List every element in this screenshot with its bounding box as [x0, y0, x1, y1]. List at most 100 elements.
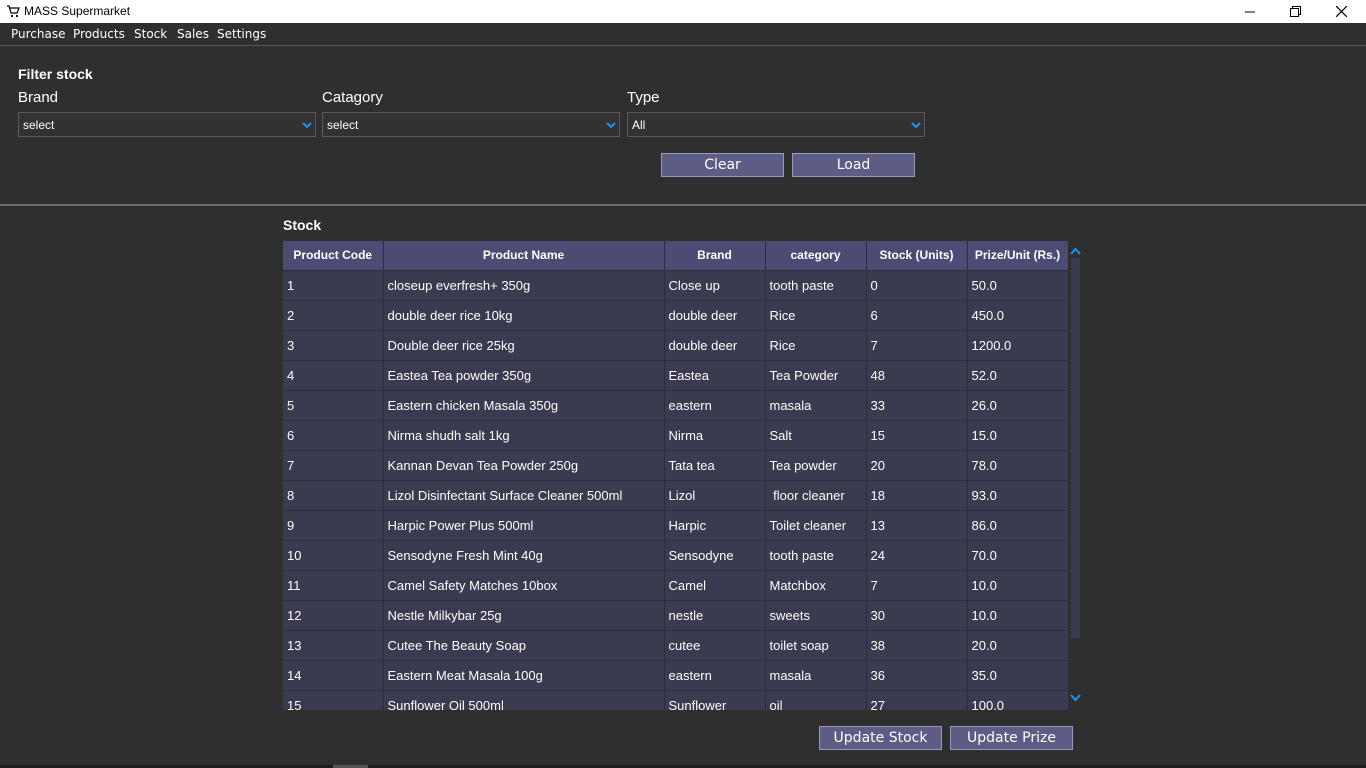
cell-product-code[interactable]: 6	[283, 419, 384, 450]
column-header-product-name[interactable]: Product Name	[383, 241, 665, 270]
restore-button[interactable]	[1272, 0, 1318, 23]
cell-prize-unit[interactable]: 450.0	[967, 299, 1068, 330]
cell-stock-units[interactable]: 27	[866, 689, 968, 710]
cell-product-name[interactable]: Harpic Power Plus 500ml	[383, 509, 665, 540]
cell-product-code[interactable]: 9	[283, 509, 384, 540]
table-row[interactable]: 15 Sunflower Oil 500ml Sunflower oil 27 100.0	[283, 689, 1068, 710]
category-select[interactable]: select	[322, 112, 620, 137]
cell-category[interactable]: tooth paste	[765, 539, 867, 570]
menu-purchase[interactable]: Purchase	[11, 27, 66, 41]
cell-category[interactable]: masala	[765, 659, 867, 690]
cell-product-name[interactable]: Eastea Tea powder 350g	[383, 359, 665, 390]
close-button[interactable]	[1318, 0, 1364, 23]
cell-category[interactable]: Matchbox	[765, 569, 867, 600]
table-row[interactable]: 9 Harpic Power Plus 500ml Harpic Toilet cle…	[283, 509, 1068, 540]
cell-stock-units[interactable]: 24	[866, 539, 968, 570]
cell-stock-units[interactable]: 7	[866, 569, 968, 600]
cell-product-name[interactable]: Sensodyne Fresh Mint 40g	[383, 539, 665, 570]
cell-brand[interactable]: double deer	[664, 329, 766, 360]
table-scrollbar[interactable]	[1068, 241, 1083, 710]
cell-category[interactable]: masala	[765, 389, 867, 420]
type-select[interactable]: All	[627, 112, 925, 137]
cell-stock-units[interactable]: 30	[866, 599, 968, 630]
cell-product-code[interactable]: 11	[283, 569, 384, 600]
cell-product-name[interactable]: Kannan Devan Tea Powder 250g	[383, 449, 665, 480]
cell-brand[interactable]: Eastea	[664, 359, 766, 390]
cell-category[interactable]: Toilet cleaner	[765, 509, 867, 540]
table-row[interactable]: 6 Nirma shudh salt 1kg Nirma Salt 15 15.0	[283, 419, 1068, 450]
column-header-stock-units[interactable]: Stock (Units)	[866, 241, 968, 270]
cell-category[interactable]: Rice	[765, 299, 867, 330]
table-row[interactable]: 7 Kannan Devan Tea Powder 250g Tata tea Tea…	[283, 449, 1068, 480]
table-row[interactable]: 4 Eastea Tea powder 350g Eastea Tea Powder 4…	[283, 359, 1068, 390]
menu-products[interactable]: Products	[73, 27, 125, 41]
table-row[interactable]: 3 Double deer rice 25kg double deer Rice 7 12…	[283, 329, 1068, 360]
cell-brand[interactable]: eastern	[664, 659, 766, 690]
cell-stock-units[interactable]: 20	[866, 449, 968, 480]
cell-stock-units[interactable]: 38	[866, 629, 968, 660]
cell-prize-unit[interactable]: 78.0	[967, 449, 1068, 480]
cell-product-code[interactable]: 14	[283, 659, 384, 690]
column-header-category[interactable]: category	[765, 241, 867, 270]
cell-brand[interactable]: Close up	[664, 269, 766, 300]
menu-settings[interactable]: Settings	[217, 27, 266, 41]
clear-button[interactable]: Clear	[661, 153, 784, 177]
column-header-prize-unit[interactable]: Prize/Unit (Rs.)	[967, 241, 1068, 270]
cell-brand[interactable]: Lizol	[664, 479, 766, 510]
cell-prize-unit[interactable]: 100.0	[967, 689, 1068, 710]
cell-brand[interactable]: Harpic	[664, 509, 766, 540]
table-row[interactable]: 10 Sensodyne Fresh Mint 40g Sensodyne tooth…	[283, 539, 1068, 570]
cell-stock-units[interactable]: 48	[866, 359, 968, 390]
table-row[interactable]: 12 Nestle Milkybar 25g nestle sweets 30 10.0	[283, 599, 1068, 630]
cell-brand[interactable]: double deer	[664, 299, 766, 330]
cell-product-code[interactable]: 4	[283, 359, 384, 390]
cell-product-code[interactable]: 12	[283, 599, 384, 630]
scrollbar-thumb[interactable]	[1071, 258, 1080, 638]
load-button[interactable]: Load	[792, 153, 915, 177]
cell-brand[interactable]: Tata tea	[664, 449, 766, 480]
cell-product-code[interactable]: 15	[283, 689, 384, 710]
scroll-down-icon[interactable]	[1070, 690, 1081, 708]
cell-stock-units[interactable]: 13	[866, 509, 968, 540]
cell-product-name[interactable]: double deer rice 10kg	[383, 299, 665, 330]
cell-prize-unit[interactable]: 93.0	[967, 479, 1068, 510]
cell-product-code[interactable]: 5	[283, 389, 384, 420]
cell-product-code[interactable]: 13	[283, 629, 384, 660]
table-row[interactable]: 8 Lizol Disinfectant Surface Cleaner 500m…	[283, 479, 1068, 510]
column-header-product-code[interactable]: Product Code	[283, 241, 384, 270]
menu-sales[interactable]: Sales	[177, 27, 209, 41]
table-row[interactable]: 11 Camel Safety Matches 10box Camel Matchbo…	[283, 569, 1068, 600]
cell-prize-unit[interactable]: 10.0	[967, 599, 1068, 630]
cell-product-name[interactable]: Eastern chicken Masala 350g	[383, 389, 665, 420]
cell-stock-units[interactable]: 6	[866, 299, 968, 330]
cell-product-code[interactable]: 7	[283, 449, 384, 480]
cell-brand[interactable]: nestle	[664, 599, 766, 630]
cell-brand[interactable]: Nirma	[664, 419, 766, 450]
cell-product-name[interactable]: Eastern Meat Masala 100g	[383, 659, 665, 690]
cell-prize-unit[interactable]: 70.0	[967, 539, 1068, 570]
cell-brand[interactable]: cutee	[664, 629, 766, 660]
cell-category[interactable]: floor cleaner	[765, 479, 867, 510]
cell-product-code[interactable]: 2	[283, 299, 384, 330]
cell-product-name[interactable]: Sunflower Oil 500ml	[383, 689, 665, 710]
cell-stock-units[interactable]: 15	[866, 419, 968, 450]
cell-prize-unit[interactable]: 20.0	[967, 629, 1068, 660]
cell-brand[interactable]: eastern	[664, 389, 766, 420]
cell-stock-units[interactable]: 33	[866, 389, 968, 420]
table-row[interactable]: 1 closeup everfresh+ 350g Close up tooth pa…	[283, 269, 1068, 300]
cell-category[interactable]: tooth paste	[765, 269, 867, 300]
cell-product-name[interactable]: Cutee The Beauty Soap	[383, 629, 665, 660]
table-row[interactable]: 14 Eastern Meat Masala 100g eastern masala 3…	[283, 659, 1068, 690]
cell-product-code[interactable]: 10	[283, 539, 384, 570]
table-row[interactable]: 13 Cutee The Beauty Soap cutee toilet soap 3…	[283, 629, 1068, 660]
cell-brand[interactable]: Sunflower	[664, 689, 766, 710]
cell-stock-units[interactable]: 36	[866, 659, 968, 690]
cell-prize-unit[interactable]: 35.0	[967, 659, 1068, 690]
cell-product-code[interactable]: 1	[283, 269, 384, 300]
cell-brand[interactable]: Sensodyne	[664, 539, 766, 570]
cell-product-name[interactable]: Camel Safety Matches 10box	[383, 569, 665, 600]
cell-prize-unit[interactable]: 26.0	[967, 389, 1068, 420]
cell-category[interactable]: sweets	[765, 599, 867, 630]
cell-category[interactable]: Tea Powder	[765, 359, 867, 390]
cell-prize-unit[interactable]: 50.0	[967, 269, 1068, 300]
